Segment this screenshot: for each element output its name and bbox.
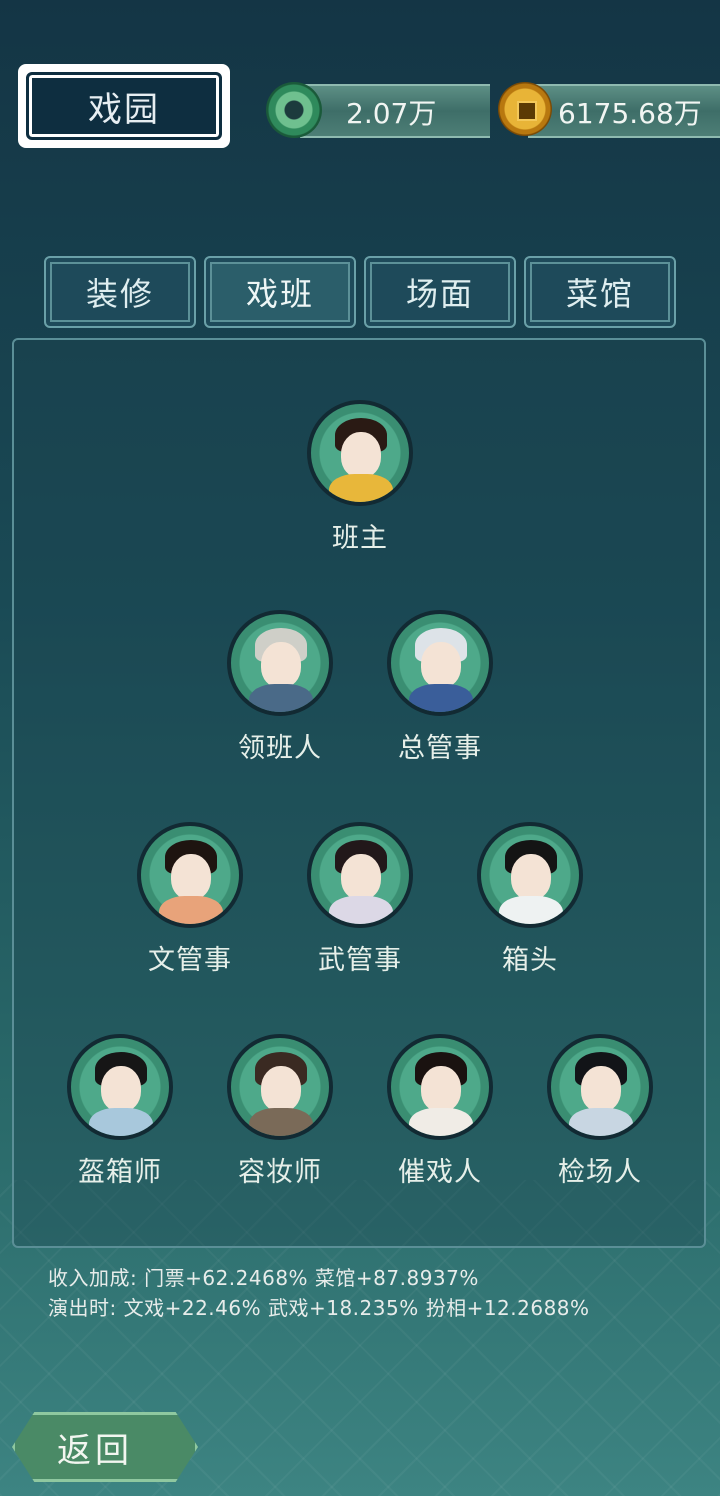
income-bonus-text: 收入加成: 门票+62.2468% 菜馆+87.8937% bbox=[48, 1266, 479, 1290]
role-label: 盔箱师 bbox=[78, 1157, 162, 1188]
back-button[interactable]: 返回 bbox=[12, 1412, 198, 1482]
coin-amount: 6175.68万 bbox=[558, 97, 702, 130]
role-label: 检场人 bbox=[558, 1157, 642, 1188]
title-plaque: 戏园 bbox=[18, 64, 230, 148]
member-martial-steward[interactable]: 武管事 bbox=[280, 822, 440, 977]
avatar bbox=[137, 822, 243, 928]
role-label: 催戏人 bbox=[398, 1157, 482, 1188]
avatar bbox=[67, 1034, 173, 1140]
role-label: 班主 bbox=[332, 523, 388, 554]
role-label: 领班人 bbox=[238, 733, 322, 764]
member-stage-inspector[interactable]: 检场人 bbox=[520, 1034, 680, 1189]
member-show-caller[interactable]: 催戏人 bbox=[360, 1034, 520, 1189]
tab-label: 菜馆 bbox=[565, 275, 634, 313]
avatar bbox=[477, 822, 583, 928]
tab-decoration[interactable]: 装修 bbox=[44, 256, 196, 328]
coin-currency-bar: 6175.68万 bbox=[528, 84, 720, 138]
member-chest-head[interactable]: 箱头 bbox=[450, 822, 610, 977]
member-lead-manager[interactable]: 领班人 bbox=[200, 610, 360, 765]
role-label: 容妆师 bbox=[238, 1157, 322, 1188]
avatar bbox=[387, 610, 493, 716]
avatar bbox=[227, 610, 333, 716]
tab-scene[interactable]: 场面 bbox=[364, 256, 516, 328]
member-civil-steward[interactable]: 文管事 bbox=[110, 822, 270, 977]
avatar bbox=[387, 1034, 493, 1140]
member-makeup-artist[interactable]: 容妆师 bbox=[200, 1034, 360, 1189]
tab-label: 场面 bbox=[405, 275, 474, 313]
role-label: 总管事 bbox=[398, 733, 482, 764]
tab-troupe[interactable]: 戏班 bbox=[204, 256, 356, 328]
jade-amount: 2.07万 bbox=[346, 97, 437, 130]
avatar bbox=[307, 400, 413, 506]
page-title: 戏园 bbox=[88, 89, 160, 130]
member-armor-chest-master[interactable]: 盔箱师 bbox=[40, 1034, 200, 1189]
member-chief-steward[interactable]: 总管事 bbox=[360, 610, 520, 765]
tab-label: 戏班 bbox=[245, 275, 314, 313]
member-troupe-leader[interactable]: 班主 bbox=[280, 400, 440, 555]
role-label: 武管事 bbox=[318, 945, 402, 976]
tab-restaurant[interactable]: 菜馆 bbox=[524, 256, 676, 328]
copper-coin-icon bbox=[498, 82, 552, 136]
jade-currency-bar: 2.07万 bbox=[300, 84, 490, 138]
role-label: 箱头 bbox=[502, 945, 558, 976]
back-button-label: 返回 bbox=[57, 1430, 133, 1471]
role-label: 文管事 bbox=[148, 945, 232, 976]
performance-bonus-text: 演出时: 文戏+22.46% 武戏+18.235% 扮相+12.2688% bbox=[48, 1296, 590, 1320]
tab-label: 装修 bbox=[85, 275, 154, 313]
avatar bbox=[227, 1034, 333, 1140]
avatar bbox=[307, 822, 413, 928]
avatar bbox=[547, 1034, 653, 1140]
jade-icon bbox=[266, 82, 322, 138]
